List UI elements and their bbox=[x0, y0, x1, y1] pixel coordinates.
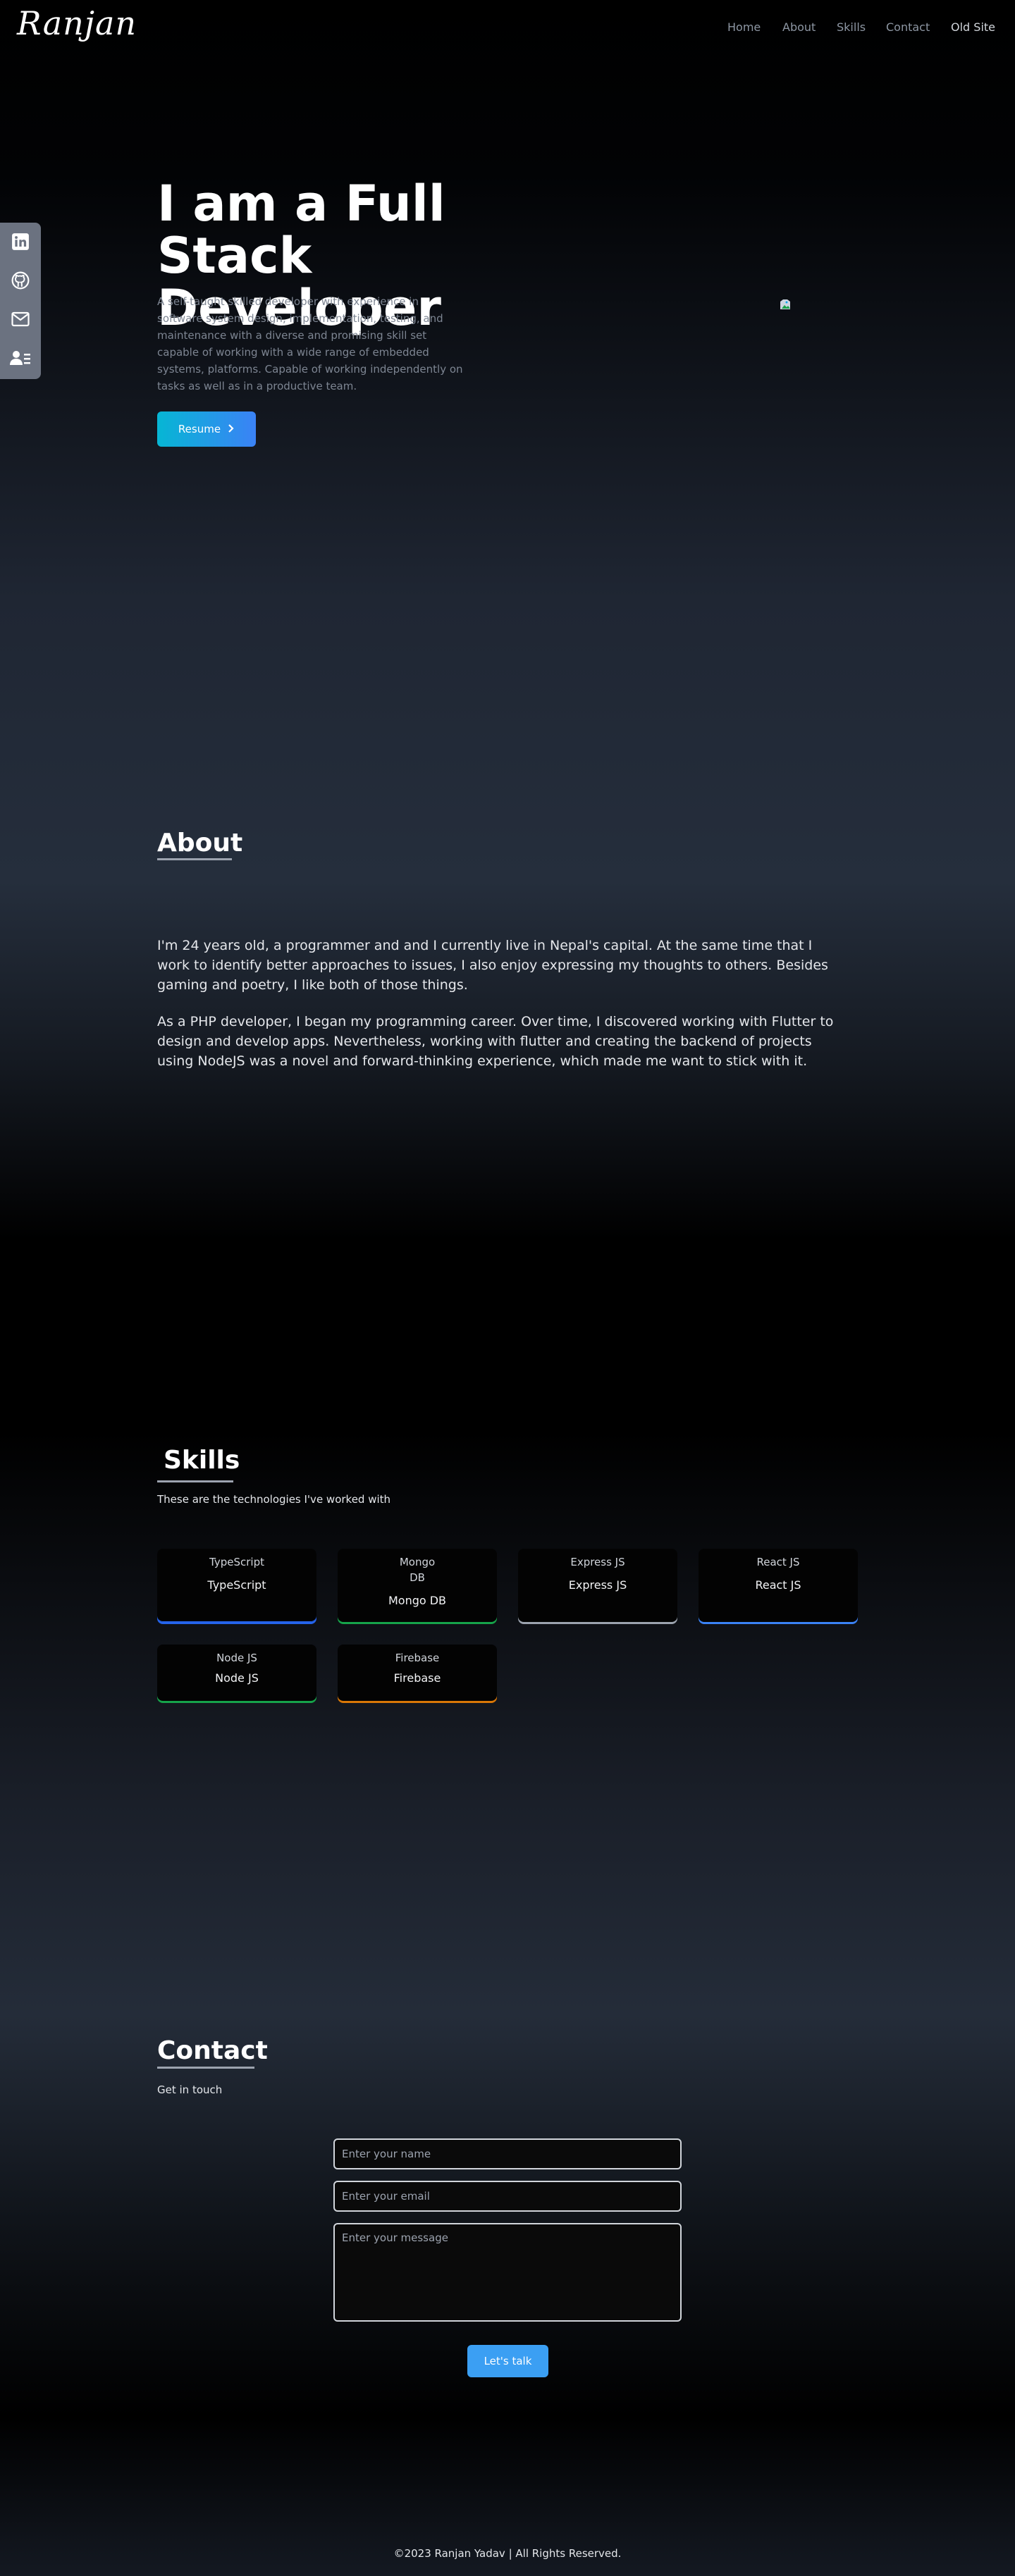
skill-image-alt: Mongo DB bbox=[399, 1556, 436, 1584]
skill-image-alt: Firebase bbox=[395, 1652, 440, 1664]
skill-label: Mongo DB bbox=[388, 1594, 447, 1607]
about-paragraph-2: As a PHP developer, I began my programmi… bbox=[157, 1014, 834, 1069]
skill-card-firebase: Firebase Firebase bbox=[338, 1645, 497, 1701]
skill-label: React JS bbox=[755, 1578, 801, 1592]
github-icon[interactable] bbox=[10, 270, 31, 291]
chevron-right-icon bbox=[228, 423, 235, 435]
skill-image-alt: Express JS bbox=[570, 1556, 625, 1568]
nav-skills[interactable]: Skills bbox=[837, 20, 866, 34]
resume-label: Resume bbox=[178, 423, 221, 435]
broken-image-icon bbox=[780, 299, 791, 310]
skill-label: Express JS bbox=[568, 1578, 627, 1592]
contact-subtitle: Get in touch bbox=[157, 2083, 223, 2096]
footer-copyright: ©2023 Ranjan Yadav | All Rights Reserved… bbox=[393, 2547, 622, 2560]
message-input[interactable] bbox=[333, 2223, 682, 2322]
linkedin-icon[interactable] bbox=[10, 231, 31, 252]
about-paragraph-1: I'm 24 years old, a programmer and and I… bbox=[157, 938, 828, 993]
skill-label: Node JS bbox=[215, 1671, 259, 1685]
skill-card-react: React JS React JS bbox=[699, 1549, 858, 1622]
skill-image-alt: Node JS bbox=[216, 1652, 257, 1664]
social-sidebar bbox=[0, 223, 41, 379]
skill-card-nodejs: Node JS Node JS bbox=[157, 1645, 316, 1701]
nav-old-site[interactable]: Old Site bbox=[951, 20, 995, 34]
skill-card-typescript: TypeScript TypeScript bbox=[157, 1549, 316, 1622]
name-input[interactable] bbox=[333, 2138, 682, 2169]
skill-image-alt: TypeScript bbox=[209, 1556, 264, 1568]
skills-subtitle: These are the technologies I've worked w… bbox=[157, 1493, 391, 1506]
nav-contact[interactable]: Contact bbox=[886, 20, 930, 34]
about-heading: About bbox=[157, 829, 243, 857]
skill-label: TypeScript bbox=[207, 1578, 266, 1592]
hero-title-line-1: I am a Full Stack bbox=[157, 175, 445, 285]
hero-description: A self-taught skilled developer with exp… bbox=[157, 295, 463, 392]
mail-icon[interactable] bbox=[10, 309, 31, 330]
contact-underline bbox=[157, 2067, 254, 2069]
nav-about[interactable]: About bbox=[782, 20, 816, 34]
skill-image-alt: React JS bbox=[756, 1556, 800, 1568]
skill-card-express: Express JS Express JS bbox=[518, 1549, 677, 1622]
contact-card-icon[interactable] bbox=[10, 347, 31, 369]
contact-heading: Contact bbox=[157, 2036, 268, 2065]
skill-card-mongodb: Mongo DB Mongo DB bbox=[338, 1549, 497, 1622]
nav-home[interactable]: Home bbox=[727, 20, 761, 34]
email-input[interactable] bbox=[333, 2181, 682, 2212]
about-underline bbox=[157, 858, 232, 860]
skills-underline bbox=[157, 1480, 233, 1482]
resume-button[interactable]: Resume bbox=[157, 411, 256, 447]
skill-label: Firebase bbox=[393, 1671, 441, 1685]
lets-talk-button[interactable]: Let's talk bbox=[467, 2345, 548, 2377]
skills-heading: Skills bbox=[164, 1446, 240, 1475]
site-logo[interactable]: Ranjan bbox=[17, 4, 137, 42]
